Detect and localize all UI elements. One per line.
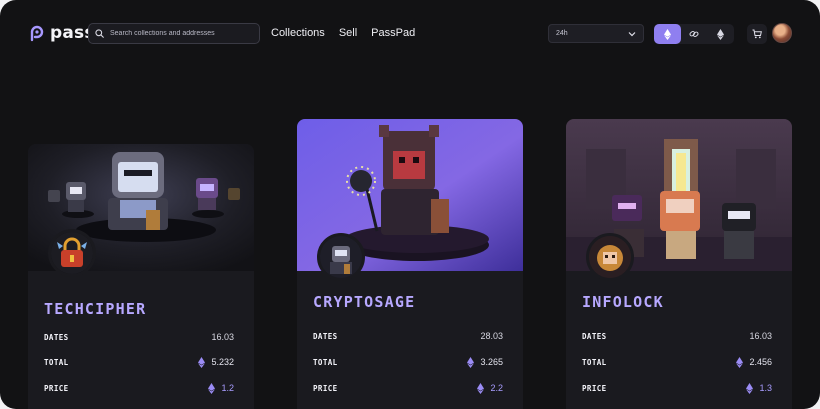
collection-title: INFOLOCK bbox=[582, 293, 664, 311]
collection-title: CRYPTOSAGE bbox=[313, 293, 416, 311]
ethereum-outline-icon bbox=[716, 28, 724, 40]
robot-avatar-icon bbox=[320, 236, 362, 278]
padlock-icon bbox=[51, 232, 93, 274]
ethereum-icon bbox=[198, 356, 206, 368]
stat-value-dates: 16.03 bbox=[211, 332, 234, 342]
pass-logo-icon bbox=[30, 25, 44, 42]
stat-value-price-group: 1.3 bbox=[746, 382, 772, 394]
user-avatar[interactable] bbox=[772, 23, 792, 43]
cart-button[interactable] bbox=[747, 24, 767, 44]
ethereum-icon bbox=[746, 382, 754, 394]
stat-row-total: TOTAL 3.265 bbox=[313, 355, 503, 369]
collection-avatar-infolock bbox=[586, 233, 634, 281]
menu-item-collections[interactable]: Collections bbox=[271, 27, 325, 39]
chain-ethereum-button[interactable] bbox=[654, 24, 681, 44]
collection-avatar-cryptosage bbox=[317, 233, 365, 281]
ethereum-icon bbox=[736, 356, 744, 368]
stat-value-price-group: 1.2 bbox=[208, 382, 234, 394]
stat-label-price: PRICE bbox=[44, 383, 69, 393]
chevron-down-icon bbox=[628, 31, 636, 36]
stat-value-price: 2.2 bbox=[490, 383, 503, 393]
chain-ethereum-alt-button[interactable] bbox=[707, 24, 734, 44]
stat-value-total-group: 5.232 bbox=[198, 356, 234, 368]
lion-avatar-icon bbox=[589, 236, 631, 278]
search-input[interactable] bbox=[110, 30, 250, 37]
main-menu: Collections Sell PassPad bbox=[271, 27, 415, 39]
stat-value-dates: 16.03 bbox=[749, 331, 772, 341]
stat-row-dates: DATES 28.03 bbox=[313, 329, 503, 343]
stat-value-total: 3.265 bbox=[480, 357, 503, 367]
collection-card-techcipher[interactable]: TECHCIPHER DATES 16.03 TOTAL 5.232 PRICE… bbox=[28, 144, 254, 409]
collection-card-cryptosage[interactable]: CRYPTOSAGE DATES 28.03 TOTAL 3.265 PRICE… bbox=[297, 119, 523, 409]
stat-row-total: TOTAL 2.456 bbox=[582, 355, 772, 369]
stat-row-dates: DATES 16.03 bbox=[44, 330, 234, 344]
time-filter-select[interactable]: 24h bbox=[548, 24, 644, 43]
stat-label-price: PRICE bbox=[313, 383, 338, 393]
stat-value-total: 5.232 bbox=[211, 357, 234, 367]
menu-item-sell[interactable]: Sell bbox=[339, 27, 357, 39]
stat-label-total: TOTAL bbox=[582, 357, 607, 367]
stat-row-price: PRICE 1.2 bbox=[44, 381, 234, 395]
collection-title: TECHCIPHER bbox=[44, 300, 147, 318]
stat-value-total: 2.456 bbox=[749, 357, 772, 367]
ethereum-icon bbox=[477, 382, 485, 394]
time-filter-value: 24h bbox=[556, 30, 568, 37]
stat-value-dates: 28.03 bbox=[480, 331, 503, 341]
stat-row-total: TOTAL 5.232 bbox=[44, 355, 234, 369]
stat-label-total: TOTAL bbox=[313, 357, 338, 367]
ethereum-icon bbox=[467, 356, 475, 368]
ethereum-icon bbox=[663, 28, 671, 40]
logo[interactable]: pass bbox=[28, 23, 95, 43]
app-frame: pass Collections Sell PassPad 24h bbox=[0, 0, 820, 409]
stat-value-price: 1.3 bbox=[759, 383, 772, 393]
stat-label-total: TOTAL bbox=[44, 357, 69, 367]
navbar: pass Collections Sell PassPad 24h bbox=[0, 0, 820, 66]
chain-switcher bbox=[654, 24, 734, 44]
collection-card-infolock[interactable]: INFOLOCK DATES 16.03 TOTAL 2.456 PRICE 1… bbox=[566, 119, 792, 409]
collection-avatar-techcipher bbox=[48, 229, 96, 277]
stat-row-price: PRICE 2.2 bbox=[313, 381, 503, 395]
cart-icon bbox=[752, 29, 762, 39]
stat-row-price: PRICE 1.3 bbox=[582, 381, 772, 395]
chain-link-button[interactable] bbox=[681, 24, 708, 44]
stat-label-price: PRICE bbox=[582, 383, 607, 393]
search-icon bbox=[95, 29, 104, 38]
ethereum-icon bbox=[208, 382, 216, 394]
search-bar[interactable] bbox=[88, 23, 260, 44]
stat-value-price: 1.2 bbox=[221, 383, 234, 393]
stat-value-total-group: 2.456 bbox=[736, 356, 772, 368]
stat-label-dates: DATES bbox=[582, 331, 607, 341]
menu-item-passpad[interactable]: PassPad bbox=[371, 27, 415, 39]
stat-value-price-group: 2.2 bbox=[477, 382, 503, 394]
stat-value-total-group: 3.265 bbox=[467, 356, 503, 368]
link-icon bbox=[689, 30, 699, 38]
stat-row-dates: DATES 16.03 bbox=[582, 329, 772, 343]
stat-label-dates: DATES bbox=[44, 332, 69, 342]
stat-label-dates: DATES bbox=[313, 331, 338, 341]
